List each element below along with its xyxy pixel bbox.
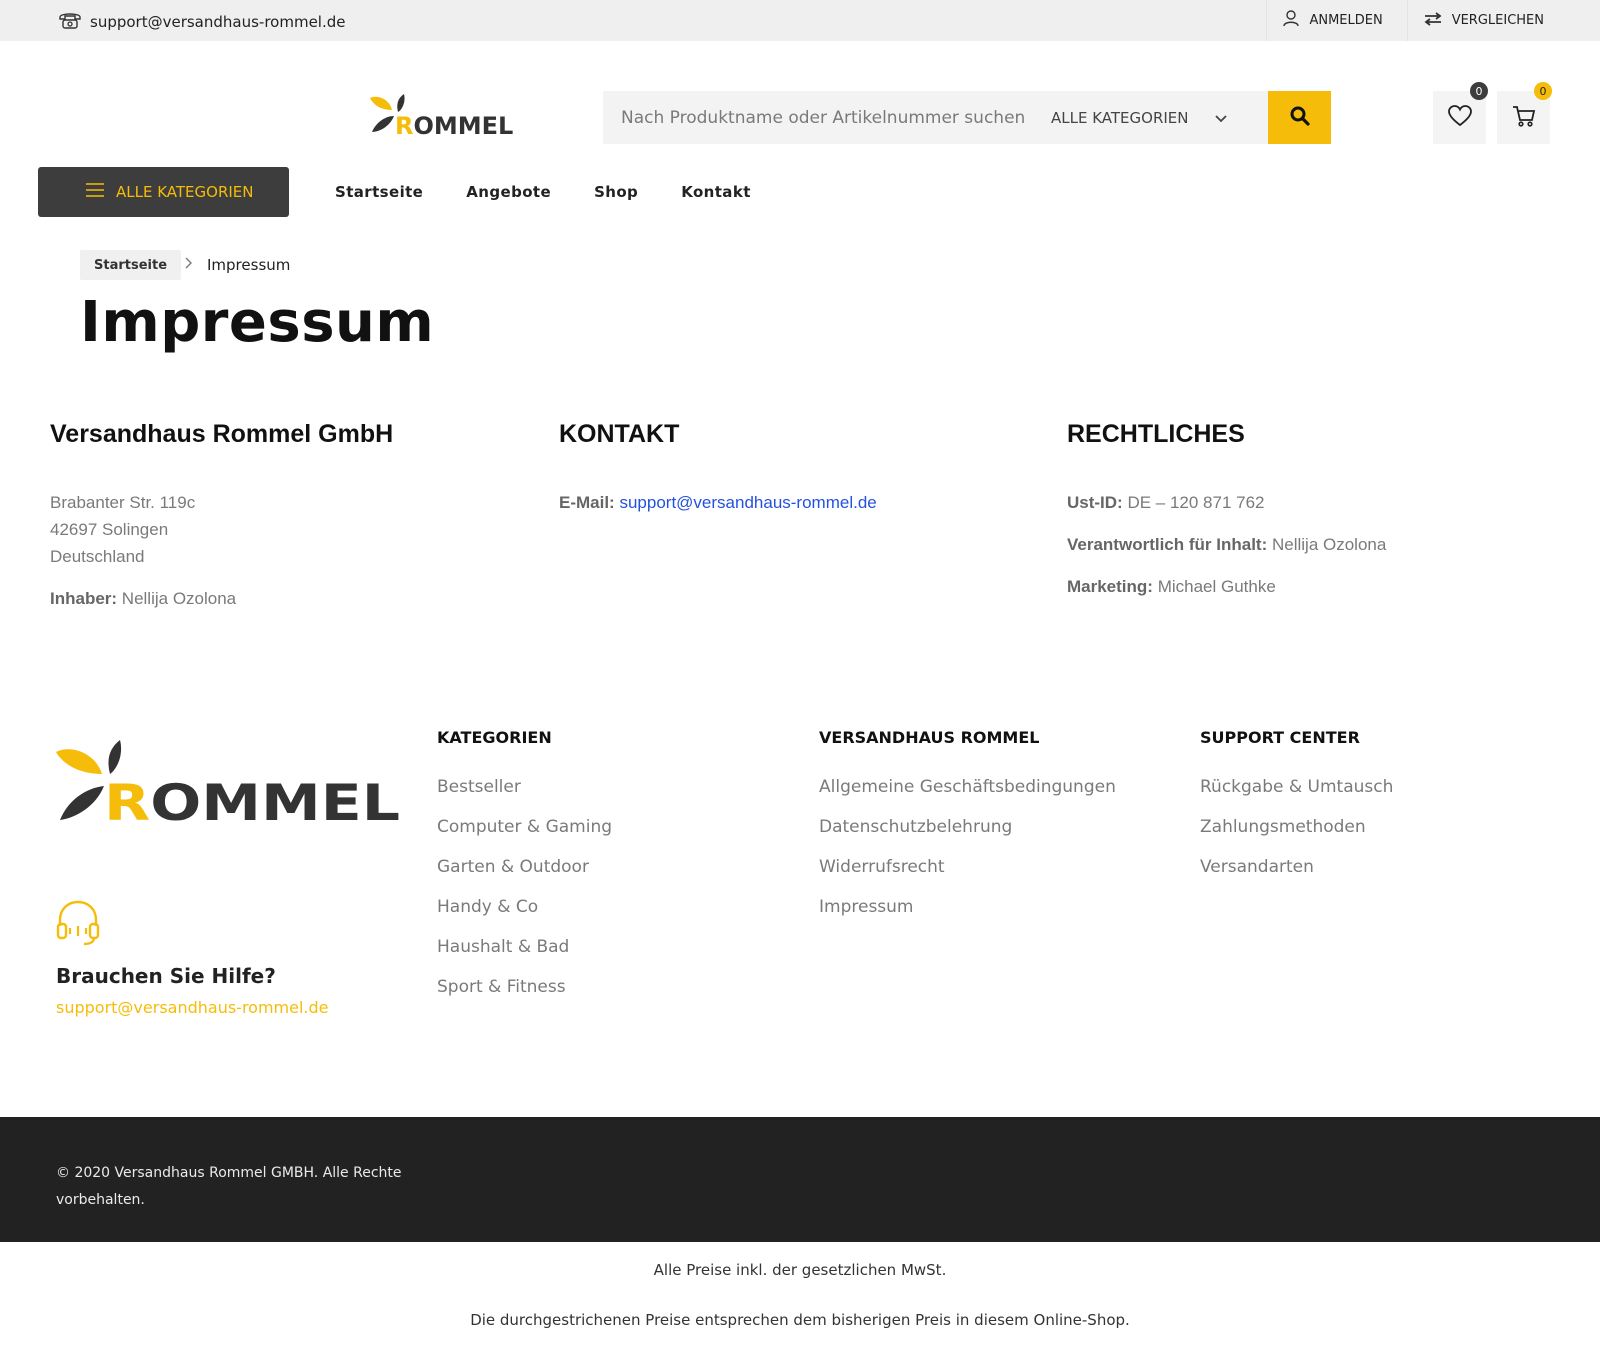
all-categories-label: ALLE KATEGORIEN xyxy=(116,183,254,201)
cart-icon xyxy=(1512,104,1536,132)
vat-label: Ust-ID: xyxy=(1067,493,1123,512)
footer-heading-company: VERSANDHAUS ROMMEL xyxy=(819,728,1040,747)
company-city: 42697 Solingen xyxy=(50,520,169,539)
all-categories-button[interactable]: ALLE KATEGORIEN xyxy=(38,167,289,217)
footer-link-sport-fitness[interactable]: Sport & Fitness xyxy=(437,977,612,1017)
footer-column-company: VERSANDHAUS ROMMEL Allgemeine Geschäftsb… xyxy=(819,728,1116,937)
top-bar: support@versandhaus-rommel.de ANMELDEN V… xyxy=(0,0,1600,41)
contact-email-row: E-Mail: support@versandhaus-rommel.de xyxy=(559,489,877,516)
breadcrumb-home[interactable]: Startseite xyxy=(80,250,182,280)
footer-link-zahlungsmethoden[interactable]: Zahlungsmethoden xyxy=(1200,817,1393,857)
cart-count-badge: 0 xyxy=(1534,82,1552,100)
footer-heading-categories: KATEGORIEN xyxy=(437,728,552,747)
footer-link-widerrufsrecht[interactable]: Widerrufsrecht xyxy=(819,857,1116,897)
svg-text:ROMMEL: ROMMEL xyxy=(395,112,513,136)
footer-link-bestseller[interactable]: Bestseller xyxy=(437,777,612,817)
company-heading: Versandhaus Rommel GmbH xyxy=(50,420,394,448)
footer-link-haushalt-bad[interactable]: Haushalt & Bad xyxy=(437,937,612,977)
company-owner: Inhaber: Nellija Ozolona xyxy=(50,585,393,612)
headset-icon xyxy=(56,900,100,950)
topbar-contact[interactable]: support@versandhaus-rommel.de xyxy=(58,10,345,34)
contact-email-link[interactable]: support@versandhaus-rommel.de xyxy=(619,493,876,512)
footer-link-handy-co[interactable]: Handy & Co xyxy=(437,897,612,937)
search-icon xyxy=(1290,106,1310,130)
owner-label: Inhaber: xyxy=(50,589,118,608)
vat-value: DE – 120 871 762 xyxy=(1127,493,1265,512)
compare-link[interactable]: VERGLEICHEN xyxy=(1406,0,1600,41)
vat-note: Alle Preise inkl. der gesetzlichen MwSt. xyxy=(653,1261,947,1279)
footer-link-datenschutz[interactable]: Datenschutzbelehrung xyxy=(819,817,1116,857)
footer-link-versandarten[interactable]: Versandarten xyxy=(1200,857,1393,897)
help-email-link[interactable]: support@versandhaus-rommel.de xyxy=(56,998,329,1017)
header-logo[interactable]: ROMMEL xyxy=(370,94,545,140)
category-select-value: ALLE KATEGORIEN xyxy=(1051,108,1189,127)
svg-text:ROMMEL: ROMMEL xyxy=(104,774,400,822)
chevron-down-icon xyxy=(1215,109,1227,127)
menu-icon xyxy=(86,183,104,201)
price-note: Die durchgestrichenen Preise entsprechen… xyxy=(470,1311,1130,1329)
cart-button[interactable]: 0 xyxy=(1497,82,1552,144)
marketing-row: Marketing: Michael Guthke xyxy=(1067,573,1386,600)
search-button[interactable] xyxy=(1268,91,1331,144)
wishlist-count-badge: 0 xyxy=(1470,82,1488,100)
wishlist-button[interactable]: 0 xyxy=(1433,82,1488,144)
responsible-row: Verantwortlich für Inhalt: Nellija Ozolo… xyxy=(1067,531,1386,558)
footer-column-support: SUPPORT CENTER Rückgabe & Umtausch Zahlu… xyxy=(1200,728,1393,897)
company-country: Deutschland xyxy=(50,547,145,566)
responsible-label: Verantwortlich für Inhalt: xyxy=(1067,535,1268,554)
copyright-text: © 2020 Versandhaus Rommel GMBH. Alle Rec… xyxy=(56,1165,402,1208)
login-link[interactable]: ANMELDEN xyxy=(1266,0,1406,41)
nav-item-kontakt[interactable]: Kontakt xyxy=(681,183,751,201)
chevron-right-icon xyxy=(185,255,193,273)
nav-item-angebote[interactable]: Angebote xyxy=(466,183,551,201)
legal-column: RECHTLICHES Ust-ID: DE – 120 871 762 Ver… xyxy=(1067,420,1386,600)
heart-icon xyxy=(1447,104,1472,131)
footer-link-impressum[interactable]: Impressum xyxy=(819,897,1116,937)
search-bar: Nach Produktname oder Artikelnummer such… xyxy=(603,91,1331,144)
category-select[interactable]: ALLE KATEGORIEN xyxy=(1043,109,1243,127)
marketing-value: Michael Guthke xyxy=(1157,577,1276,596)
footer-link-computer-gaming[interactable]: Computer & Gaming xyxy=(437,817,612,857)
user-icon xyxy=(1283,10,1300,31)
main-nav: Startseite Angebote Shop Kontakt xyxy=(335,183,751,201)
owner-value: Nellija Ozolona xyxy=(121,589,237,608)
company-street: Brabanter Str. 119c xyxy=(50,493,196,512)
page-title: Impressum xyxy=(80,290,435,355)
marketing-label: Marketing: xyxy=(1067,577,1153,596)
footer-bottom-bar: © 2020 Versandhaus Rommel GMBH. Alle Rec… xyxy=(0,1117,1600,1242)
footer-link-rueckgabe[interactable]: Rückgabe & Umtausch xyxy=(1200,777,1393,817)
login-label: ANMELDEN xyxy=(1309,13,1383,28)
email-label: E-Mail: xyxy=(559,493,615,512)
footer-link-agb[interactable]: Allgemeine Geschäftsbedingungen xyxy=(819,777,1116,817)
contact-heading: KONTAKT xyxy=(559,420,680,448)
nav-item-shop[interactable]: Shop xyxy=(594,183,638,201)
compare-arrows-icon xyxy=(1424,11,1442,30)
help-title: Brauchen Sie Hilfe? xyxy=(56,964,276,988)
vat-row: Ust-ID: DE – 120 871 762 xyxy=(1067,489,1386,516)
company-column: Versandhaus Rommel GmbH Brabanter Str. 1… xyxy=(50,420,393,612)
footer-column-categories: KATEGORIEN Bestseller Computer & Gaming … xyxy=(437,728,612,1017)
responsible-value: Nellija Ozolona xyxy=(1271,535,1387,554)
topbar-email[interactable]: support@versandhaus-rommel.de xyxy=(90,13,345,31)
contact-column: KONTAKT E-Mail: support@versandhaus-romm… xyxy=(559,420,877,516)
phone-icon xyxy=(58,10,82,34)
breadcrumb-current: Impressum xyxy=(207,256,291,274)
compare-label: VERGLEICHEN xyxy=(1451,13,1544,28)
footer-logo[interactable]: R OMMEL xyxy=(56,740,401,832)
legal-heading: RECHTLICHES xyxy=(1067,420,1245,448)
nav-item-startseite[interactable]: Startseite xyxy=(335,183,423,201)
footer-heading-support: SUPPORT CENTER xyxy=(1200,728,1360,747)
search-input[interactable]: Nach Produktname oder Artikelnummer such… xyxy=(603,108,1043,128)
footer-link-garten-outdoor[interactable]: Garten & Outdoor xyxy=(437,857,612,897)
